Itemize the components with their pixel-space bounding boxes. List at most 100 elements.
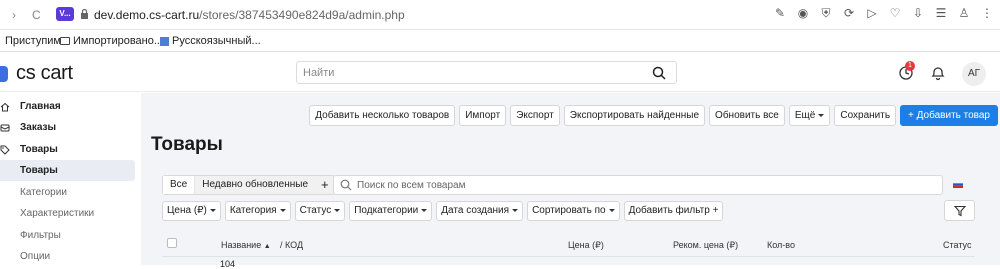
- plus-icon: +: [908, 110, 917, 121]
- import-button[interactable]: Импорт: [459, 105, 507, 126]
- add-multiple-button[interactable]: Добавить несколько товаров: [309, 105, 456, 126]
- filter-label: Дата создания: [441, 205, 510, 216]
- filter-label: Подкатегории: [354, 205, 419, 216]
- heart-icon[interactable]: ♡: [888, 6, 902, 20]
- view-tabs: Все Недавно обновленные +: [162, 175, 336, 195]
- funnel-icon: [954, 205, 966, 217]
- update-all-button[interactable]: Обновить все: [709, 105, 785, 126]
- search-placeholder: Найти: [303, 67, 335, 79]
- notification-badge: 1: [905, 61, 915, 71]
- sidebar-item-label: Заказы: [20, 122, 57, 133]
- filter-label: Сортировать по: [532, 205, 606, 216]
- bookmark-icon: [160, 36, 169, 46]
- site-badge[interactable]: V...: [56, 7, 74, 21]
- lock-icon: [81, 8, 88, 19]
- bookmarks-bar: Приступим Импортировано... Русскоязычный…: [0, 30, 1000, 52]
- sidebar-item-home[interactable]: Главная: [0, 96, 135, 117]
- tag-icon: [0, 145, 10, 155]
- sidebar-item-products[interactable]: Товары: [0, 139, 135, 160]
- sidebar-subitem-options[interactable]: Опции: [0, 246, 135, 267]
- search-icon[interactable]: [652, 66, 666, 80]
- home-icon: [0, 102, 10, 111]
- filter-label: Статус: [299, 205, 332, 216]
- main-content: Добавить несколько товаров Импорт Экспор…: [141, 93, 1000, 269]
- save-button[interactable]: Сохранить: [834, 105, 897, 126]
- filter-price[interactable]: Цена (₽): [162, 201, 221, 221]
- column-label: Название: [221, 240, 262, 250]
- export-button[interactable]: Экспорт: [510, 105, 560, 126]
- chevron-down-icon: [334, 208, 341, 212]
- avatar[interactable]: АГ: [962, 62, 986, 86]
- bookmark-label: Импортировано...: [73, 35, 164, 47]
- filter-category[interactable]: Категория: [224, 201, 291, 221]
- add-filter-button[interactable]: Добавить фильтр +: [623, 201, 724, 221]
- logo[interactable]: cs cart: [0, 62, 73, 85]
- send-icon[interactable]: ▷: [865, 6, 879, 20]
- add-tab-button[interactable]: +: [315, 176, 335, 194]
- sort-asc-icon: ▲: [263, 243, 271, 250]
- column-price[interactable]: Цена (₽): [568, 240, 604, 251]
- product-search-placeholder: Поиск по всем товарам: [357, 180, 466, 191]
- sidebar-subitem-features[interactable]: Характеристики: [0, 203, 135, 224]
- sort-by-button[interactable]: Сортировать по: [527, 201, 620, 221]
- chevron-down-icon: [512, 208, 519, 212]
- column-status[interactable]: Статус: [943, 240, 971, 250]
- more-icon[interactable]: ⋮: [980, 6, 994, 20]
- product-search-input[interactable]: Поиск по всем товарам: [333, 175, 943, 195]
- bookmark-item[interactable]: Русскоязычный...: [160, 35, 261, 47]
- sidebar-item-label: Фильтры: [20, 230, 61, 241]
- bookmark-label: Приступим: [5, 35, 61, 47]
- orders-icon: [0, 124, 10, 131]
- forward-arrow-icon[interactable]: ›: [12, 8, 16, 22]
- filter-toggle-button[interactable]: [944, 200, 975, 221]
- logo-mark-icon: [0, 65, 8, 82]
- table-header: Название ▲ / КОД Цена (₽) Реком. цена (₽…: [162, 233, 975, 255]
- sidebar-subitem-categories[interactable]: Категории: [0, 182, 135, 203]
- chevron-down-icon: [421, 208, 428, 212]
- profile-icon[interactable]: ♙: [957, 6, 971, 20]
- column-code[interactable]: / КОД: [280, 240, 303, 250]
- tab-all[interactable]: Все: [163, 176, 196, 194]
- more-button[interactable]: Ещё: [788, 105, 831, 126]
- url-field[interactable]: dev.demo.cs-cart.ru/stores/387453490e824…: [94, 8, 405, 22]
- sidebar-item-label: Характеристики: [20, 208, 95, 219]
- export-found-button[interactable]: Экспортировать найденные: [563, 105, 706, 126]
- download-icon[interactable]: ⇩: [911, 6, 925, 20]
- russian-flag-icon[interactable]: [953, 181, 963, 188]
- sidebar-subitem-filters[interactable]: Фильтры: [0, 225, 135, 246]
- chevron-down-icon: [209, 208, 216, 212]
- column-quantity[interactable]: Кол-во: [767, 240, 795, 250]
- table-row-fragment: 104: [220, 259, 236, 269]
- tab-recent[interactable]: Недавно обновленные: [195, 176, 316, 194]
- bookmark-item[interactable]: Импортировано...: [60, 35, 163, 47]
- global-search-input[interactable]: Найти: [296, 61, 677, 84]
- bell-icon[interactable]: [929, 64, 947, 82]
- browser-address-bar: › C V... dev.demo.cs-cart.ru/stores/3874…: [0, 0, 1000, 30]
- sidebar-item-orders[interactable]: Заказы: [0, 117, 135, 138]
- column-rec-price[interactable]: Реком. цена (₽): [673, 240, 738, 251]
- bookmark-item[interactable]: Приступим: [5, 35, 61, 47]
- filter-status[interactable]: Статус: [294, 201, 346, 221]
- camera-icon[interactable]: ◉: [796, 6, 810, 20]
- menu-icon[interactable]: ☰: [934, 6, 948, 20]
- add-product-label: Добавить товар: [916, 110, 990, 121]
- search-icon: [340, 179, 352, 191]
- sidebar-subitem-products[interactable]: Товары: [0, 160, 135, 181]
- reload-icon[interactable]: C: [32, 8, 41, 22]
- app-header: cs cart Найти 1 АГ: [0, 53, 1000, 92]
- sidebar-item-label: Товары: [20, 144, 58, 155]
- filter-created[interactable]: Дата создания: [436, 201, 524, 221]
- sidebar: Главная Заказы Товары Товары Категории Х…: [0, 93, 140, 265]
- chevron-down-icon: [279, 208, 286, 212]
- filter-subcategories[interactable]: Подкатегории: [349, 201, 433, 221]
- sidebar-item-label: Главная: [20, 101, 61, 112]
- select-all-checkbox[interactable]: [167, 238, 177, 248]
- shield-icon[interactable]: ⛨: [819, 6, 833, 20]
- add-product-button[interactable]: + Добавить товар: [900, 105, 998, 126]
- edit-icon[interactable]: ✎: [773, 6, 787, 20]
- filter-label: Категория: [229, 205, 277, 216]
- sidebar-item-label: Опции: [20, 251, 51, 262]
- translate-icon[interactable]: ⟳: [842, 6, 856, 20]
- column-name[interactable]: Название ▲: [221, 240, 271, 250]
- plus-icon: +: [712, 205, 719, 216]
